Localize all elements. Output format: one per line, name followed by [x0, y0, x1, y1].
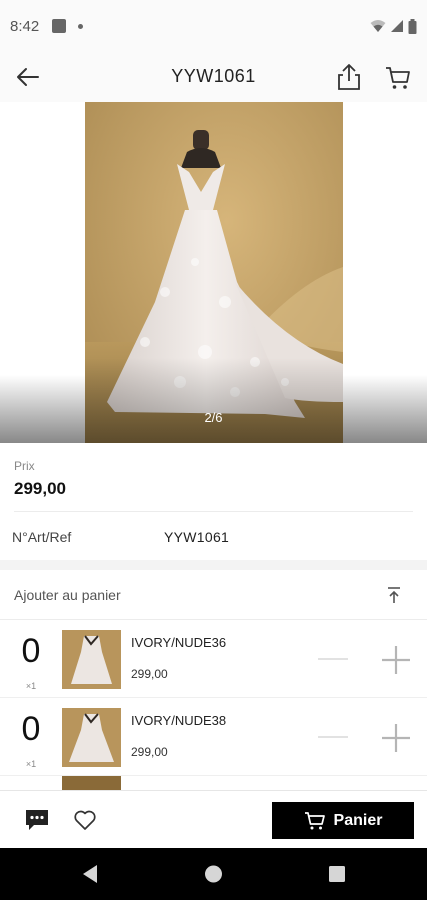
signal-icon: [391, 20, 403, 32]
cart-icon: [304, 811, 325, 829]
variant-row: 0 ×1 IVORY/NUDE38 299,00: [0, 698, 427, 776]
add-to-cart-header: Ajouter au panier: [0, 570, 427, 620]
app-header: YYW1061: [0, 52, 427, 102]
variant-name: IVORY/NUDE38: [131, 713, 227, 728]
notification-dot-icon: [78, 23, 84, 29]
variant-price: 299,00: [131, 745, 168, 759]
add-to-cart-label: Panier: [333, 811, 383, 829]
section-gap: [0, 560, 427, 570]
notification-icon: [52, 19, 67, 33]
divider: [14, 511, 413, 512]
variant-thumbnail: [62, 630, 121, 689]
battery-icon: [408, 18, 417, 34]
decrease-quantity-button[interactable]: [318, 658, 348, 660]
product-image-gallery[interactable]: 2/6: [0, 102, 427, 443]
price-label: Prix: [14, 459, 35, 473]
share-icon[interactable]: [335, 62, 363, 92]
system-navigation-bar: [0, 848, 427, 900]
nav-back-icon[interactable]: [81, 864, 99, 884]
chat-icon[interactable]: [25, 809, 49, 831]
variant-name: IVORY/NUDE36: [131, 635, 227, 650]
nav-home-icon[interactable]: [204, 864, 223, 884]
increase-quantity-button[interactable]: [380, 722, 412, 754]
variant-step: ×1: [25, 759, 37, 769]
variant-row: 0 ×1 IVORY/NUDE36 299,00: [0, 620, 427, 698]
variant-price: 299,00: [131, 667, 168, 681]
price-value: 299,00: [14, 479, 66, 498]
variant-thumbnail-partial: [62, 776, 121, 790]
gallery-shadow-right: [342, 375, 427, 443]
variant-thumbnail: [62, 708, 121, 767]
status-bar: 8:42: [0, 0, 427, 52]
product-photo[interactable]: [85, 102, 343, 443]
bottom-action-bar: Panier: [0, 790, 427, 848]
variant-step: ×1: [25, 681, 37, 691]
increase-quantity-button[interactable]: [380, 644, 412, 676]
favorite-heart-icon[interactable]: [73, 808, 97, 832]
add-to-cart-button[interactable]: Panier: [272, 802, 414, 839]
product-info: Prix 299,00 N°Art/Ref YYW1061: [0, 443, 427, 560]
status-time: 8:42: [10, 17, 40, 35]
variant-quantity: 0: [21, 632, 41, 670]
add-to-cart-title: Ajouter au panier: [14, 587, 121, 603]
reference-label: N°Art/Ref: [12, 529, 72, 545]
gallery-shadow-left: [0, 375, 85, 443]
cart-icon[interactable]: [384, 64, 412, 92]
nav-recents-icon[interactable]: [328, 864, 346, 884]
decrease-quantity-button[interactable]: [318, 736, 348, 738]
gallery-counter: 2/6: [204, 410, 223, 425]
wifi-icon: [370, 20, 386, 32]
reference-value: YYW1061: [164, 529, 230, 545]
scroll-to-top-icon[interactable]: [384, 585, 404, 605]
variant-quantity: 0: [21, 710, 41, 748]
